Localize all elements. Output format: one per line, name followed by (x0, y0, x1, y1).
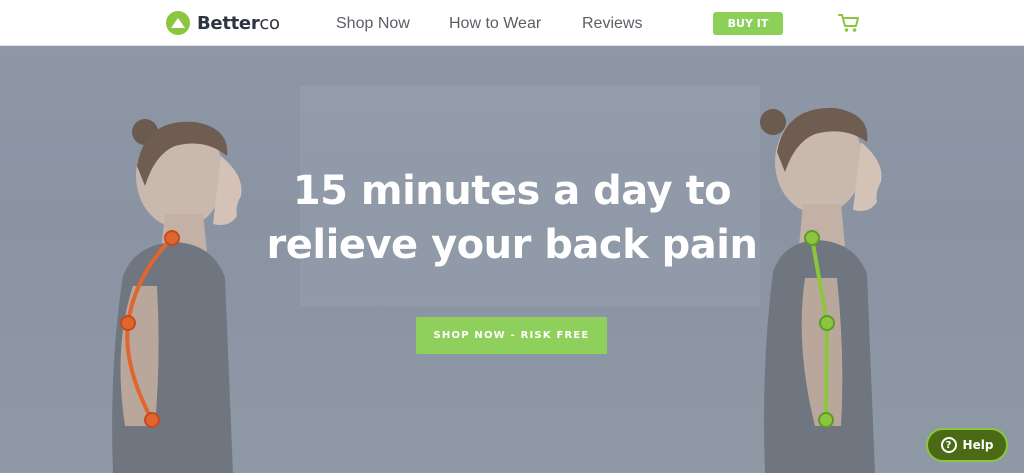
site-header: Betterco Shop Now How to Wear Reviews BU… (0, 0, 1024, 46)
logo-arrow-icon (166, 11, 190, 35)
hero-section: 15 minutes a day to relieve your back pa… (0, 46, 1024, 473)
hero-headline: 15 minutes a day to relieve your back pa… (0, 164, 1024, 272)
shop-now-risk-free-button[interactable]: SHOP NOW - RISK FREE (416, 317, 607, 354)
brand-logo[interactable]: Betterco (166, 10, 280, 36)
shopping-cart-icon[interactable] (838, 13, 860, 33)
help-label: Help (962, 438, 994, 452)
question-circle-icon: ? (940, 437, 957, 453)
headline-line-1: 15 minutes a day to (292, 168, 732, 214)
headline-line-2: relieve your back pain (266, 222, 758, 268)
brand-name: Betterco (197, 12, 280, 34)
help-button[interactable]: ? Help (926, 428, 1008, 462)
nav-shop-now[interactable]: Shop Now (336, 15, 410, 33)
nav-how-to-wear[interactable]: How to Wear (449, 15, 541, 33)
nav-reviews[interactable]: Reviews (582, 15, 642, 33)
buy-it-button[interactable]: BUY IT (713, 12, 783, 35)
